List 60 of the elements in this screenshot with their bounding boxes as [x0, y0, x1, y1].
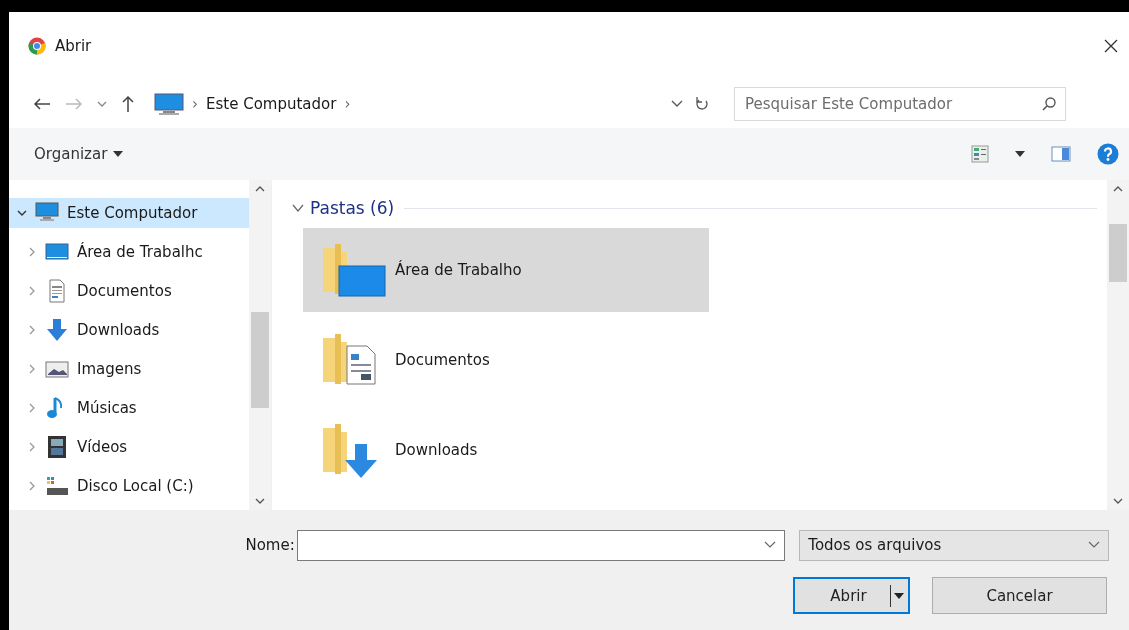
caret-icon[interactable]	[894, 592, 904, 599]
monitor-icon	[154, 92, 184, 116]
search-icon[interactable]	[1041, 96, 1057, 112]
recent-caret-icon[interactable]	[97, 100, 107, 108]
scrollbar[interactable]	[249, 180, 271, 510]
tree-item[interactable]: Downloads	[9, 310, 249, 349]
scrollbar-thumb[interactable]	[251, 312, 269, 408]
breadcrumb-item[interactable]: Este Computador	[206, 95, 337, 113]
breadcrumb-separator[interactable]: ›	[344, 95, 351, 113]
dropdown-caret-icon	[1088, 541, 1100, 549]
dropdown-caret-icon[interactable]	[671, 100, 683, 108]
tree-item[interactable]: Este Computador	[9, 198, 249, 228]
expand-caret-icon[interactable]	[17, 208, 27, 218]
caret-icon[interactable]	[1015, 151, 1025, 157]
back-arrow-icon[interactable]	[33, 97, 51, 111]
refresh-icon[interactable]	[695, 96, 709, 112]
collapse-chevron-icon[interactable]	[27, 363, 37, 374]
scroll-down-icon[interactable]	[1113, 498, 1123, 504]
tree-item[interactable]: Área de Trabalhc	[9, 232, 249, 271]
folder-item[interactable]: Área de Trabalho	[303, 228, 709, 312]
file-type-dropdown[interactable]: Todos os arquivos	[799, 529, 1109, 561]
folder-item[interactable]: Downloads	[303, 408, 709, 492]
up-arrow-icon[interactable]	[121, 95, 135, 113]
view-options-icon[interactable]	[971, 145, 989, 163]
scroll-up-icon[interactable]	[1113, 186, 1123, 192]
open-button[interactable]: Abrir	[793, 577, 910, 614]
window-title: Abrir	[55, 37, 92, 55]
collapse-chevron-icon[interactable]	[27, 441, 37, 452]
collapse-chevron-icon[interactable]	[27, 402, 37, 413]
breadcrumb-separator: ›	[192, 95, 198, 113]
help-icon[interactable]	[1097, 143, 1119, 165]
field-label: Nome:	[244, 536, 296, 554]
browser-logo-icon	[28, 37, 46, 55]
film-icon	[45, 434, 69, 459]
search-field[interactable]: Pesquisar Este Computador	[734, 87, 1066, 121]
caret-icon	[113, 151, 124, 157]
close-icon[interactable]	[1103, 38, 1119, 54]
forward-arrow-icon	[65, 97, 83, 111]
scroll-up-icon[interactable]	[255, 186, 265, 192]
folder-item[interactable]: Documentos	[303, 318, 709, 402]
tree-item[interactable]: Vídeos	[9, 427, 249, 466]
preview-pane-icon[interactable]	[1051, 146, 1071, 162]
tree-item[interactable]: Disco Local (C:)	[9, 466, 249, 505]
cancel-button[interactable]: Cancelar	[932, 577, 1107, 614]
organize-menu-button[interactable]: Organizar	[28, 141, 130, 167]
filename-field[interactable]	[296, 529, 786, 561]
collapse-chevron-icon[interactable]	[27, 285, 37, 296]
scrollbar[interactable]	[1107, 180, 1129, 510]
scroll-down-icon[interactable]	[255, 498, 265, 504]
scrollbar-thumb[interactable]	[1109, 224, 1127, 282]
collapse-chevron-icon[interactable]	[27, 480, 37, 491]
tree-item[interactable]: Imagens	[9, 349, 249, 388]
download-arrow-icon	[45, 317, 69, 342]
tree-item[interactable]: Documentos	[9, 271, 249, 310]
collapse-chevron-icon[interactable]	[27, 324, 37, 335]
collapse-chevron-icon[interactable]	[27, 246, 37, 257]
group-header[interactable]: Pastas (6)	[292, 198, 395, 218]
tree-item[interactable]: Músicas	[9, 388, 249, 427]
dropdown-caret-icon[interactable]	[764, 541, 777, 549]
expand-caret-icon	[292, 204, 304, 212]
